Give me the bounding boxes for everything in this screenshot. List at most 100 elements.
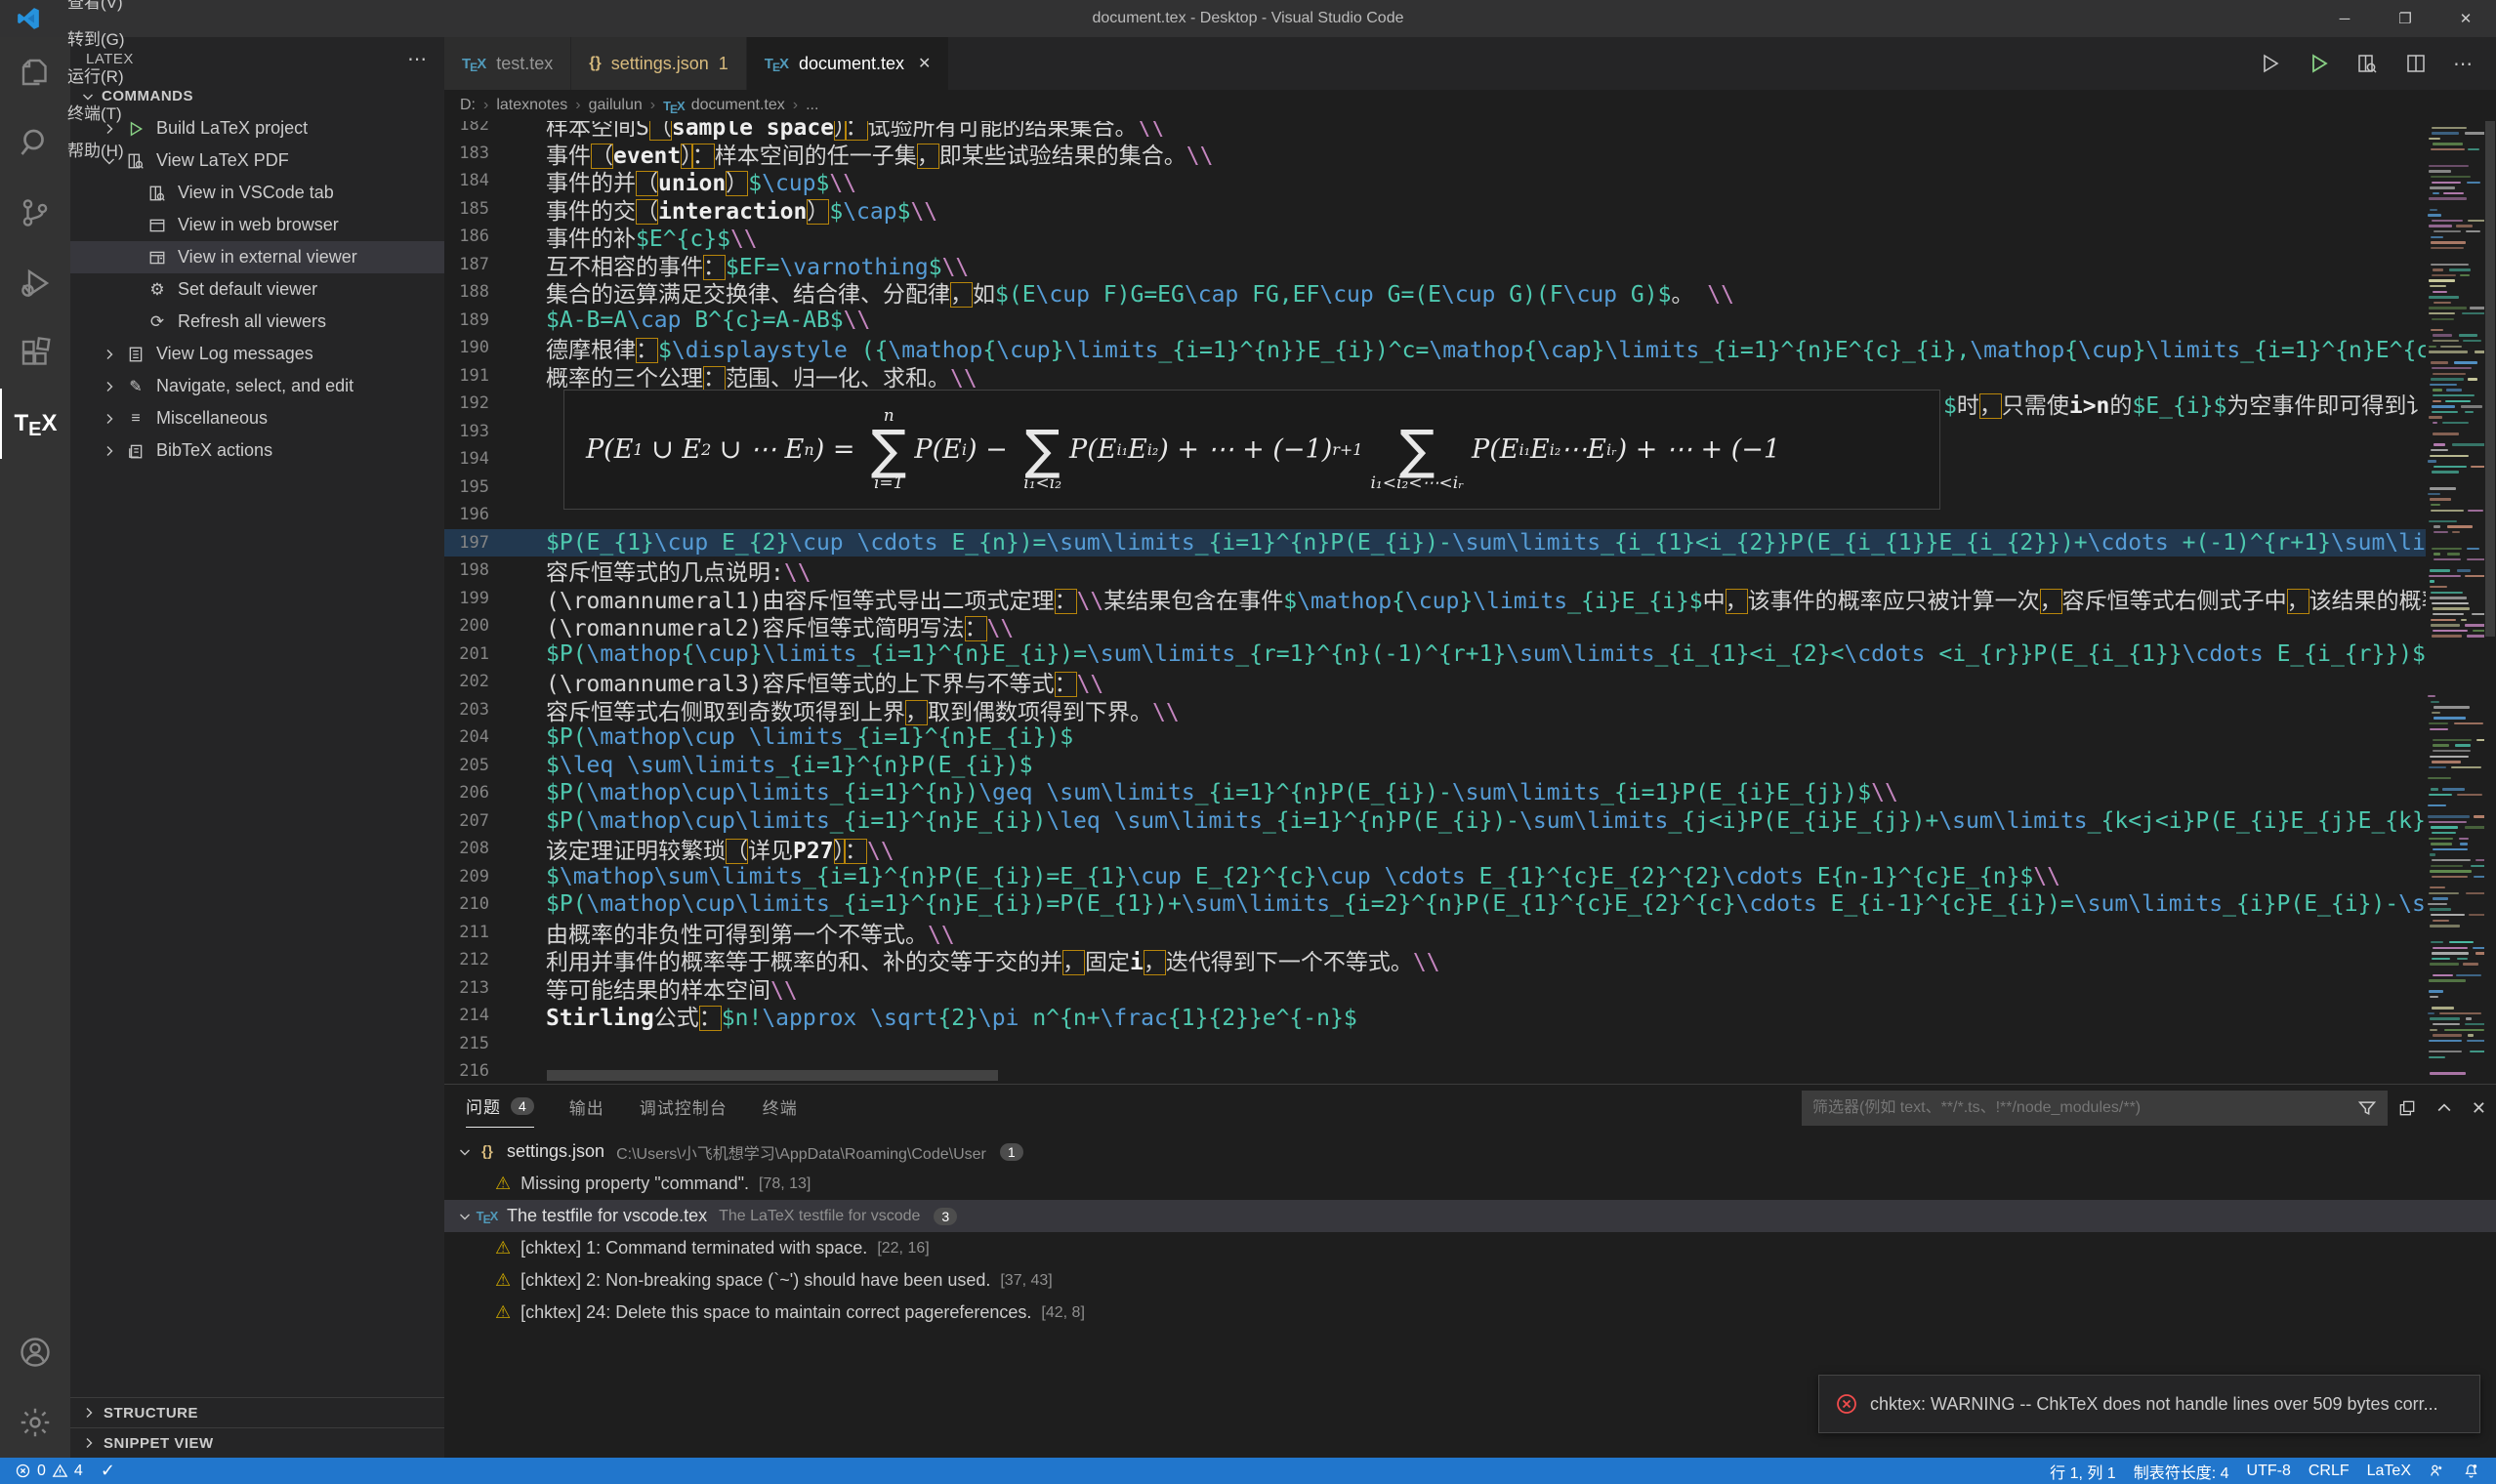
code-line-188[interactable]: 188 集合的运算满足交换律、结合律、分配律，如$(E\cup F)G=EG\ca… bbox=[444, 278, 2426, 309]
restore-icon[interactable]: ❐ bbox=[2375, 0, 2435, 37]
code-line-210[interactable]: 210 $P(\mathop\cup\limits_{i=1}^{n}E_{i})… bbox=[444, 890, 2426, 919]
code-line-214[interactable]: 214 Stirling公式：$n!\approx \sqrt{2}\pi n^{… bbox=[444, 1002, 2426, 1032]
problem-file-row[interactable]: TEX The testfile for vscode.tex The LaTeX … bbox=[444, 1200, 2496, 1232]
breadcrumb-item[interactable]: gailulun bbox=[589, 97, 643, 114]
chevron-right-icon[interactable] bbox=[100, 379, 119, 394]
sidebar-item-refresh-all-viewers[interactable]: ⟳ Refresh all viewers bbox=[70, 306, 444, 338]
menu-item-7[interactable]: 帮助(H) bbox=[55, 130, 138, 167]
more-actions-icon[interactable]: ⋯ bbox=[407, 47, 429, 71]
maximize-panel-icon[interactable] bbox=[2434, 1098, 2454, 1118]
code-line-205[interactable]: 205 $\leq \sum\limits_{i=1}^{n}P(E_{i})$ bbox=[444, 752, 2426, 780]
scrollbar-thumb[interactable] bbox=[547, 1070, 998, 1081]
status-item-3[interactable]: CRLF bbox=[2300, 1458, 2358, 1484]
chevron-down-icon[interactable] bbox=[454, 1144, 476, 1160]
code-line-183[interactable]: 183 事件（event）：样本空间的任一子集，即某些试验结果的集合。\\ bbox=[444, 140, 2426, 169]
code-line-212[interactable]: 212 利用并事件的概率等于概率的和、补的交等于交的并，固定i，迭代得到下一个不等… bbox=[444, 946, 2426, 976]
horizontal-scrollbar[interactable] bbox=[444, 1070, 2426, 1081]
breadcrumb-item[interactable]: latexnotes bbox=[496, 97, 567, 114]
more-actions-icon[interactable]: ⋯ bbox=[2453, 52, 2475, 76]
status-item-1[interactable]: 制表符长度: 4 bbox=[2125, 1458, 2238, 1484]
problem-file-row[interactable]: {} settings.json C:\Users\小飞机想学习\AppData\R… bbox=[444, 1135, 2496, 1168]
build-run-icon[interactable] bbox=[2307, 52, 2330, 75]
code-line-208[interactable]: 208 该定理证明较繁琐（详见P27）：\\ bbox=[444, 835, 2426, 865]
code-editor[interactable]: 182 样本空间S（sample space）：试验所有可能的结果集合。\\ 183… bbox=[444, 121, 2426, 1084]
settings-gear-icon[interactable] bbox=[0, 1387, 70, 1458]
problem-row[interactable]: ⚠ [chktex] 2: Non-breaking space (`~') sh… bbox=[444, 1264, 2496, 1297]
tab-close-icon[interactable]: ✕ bbox=[918, 54, 931, 73]
menu-item-5[interactable]: 运行(R) bbox=[55, 56, 138, 93]
chevron-right-icon[interactable] bbox=[100, 347, 119, 362]
chevron-down-icon[interactable] bbox=[454, 1209, 476, 1224]
chevron-right-icon[interactable] bbox=[100, 411, 119, 427]
code-line-201[interactable]: 201 $P(\mathop{\cup}\limits_{i=1}^{n}E_{i… bbox=[444, 640, 2426, 669]
run-icon[interactable] bbox=[2258, 52, 2281, 75]
notifications-bell-icon[interactable] bbox=[2454, 1458, 2488, 1484]
problem-row[interactable]: ⚠ [chktex] 1: Command terminated with spa… bbox=[444, 1232, 2496, 1264]
restore-panel-icon[interactable] bbox=[2397, 1098, 2417, 1118]
code-line-203[interactable]: 203 容斥恒等式右侧取到奇数项得到上界，取到偶数项得到下界。\\ bbox=[444, 696, 2426, 725]
status-item-4[interactable]: LaTeX bbox=[2358, 1458, 2420, 1484]
sidebar-item-view-log-messages[interactable]: View Log messages bbox=[70, 338, 444, 370]
extensions-icon[interactable] bbox=[0, 318, 70, 389]
sidebar-item-view-in-external-viewer[interactable]: View in external viewer bbox=[70, 241, 444, 273]
section-structure[interactable]: STRUCTURE bbox=[70, 1397, 444, 1427]
code-line-204[interactable]: 204 $P(\mathop\cup \limits_{i=1}^{n}E_{i}… bbox=[444, 723, 2426, 752]
minimap[interactable] bbox=[2426, 90, 2484, 1084]
code-line-186[interactable]: 186 事件的补$E^{c}$\\ bbox=[444, 223, 2426, 252]
code-line-187[interactable]: 187 互不相容的事件：$EF=\varnothing$\\ bbox=[444, 251, 2426, 280]
panel-tab-0[interactable]: 问题 4 bbox=[466, 1085, 534, 1128]
scrollbar-thumb[interactable] bbox=[2485, 90, 2495, 637]
code-line-191[interactable]: 191 概率的三个公理：范围、归一化、求和。\\ bbox=[444, 362, 2426, 392]
code-line-190[interactable]: 190 德摩根律：$\displaystyle ({\mathop{\cup}\l… bbox=[444, 334, 2426, 364]
panel-tab-1[interactable]: 输出 bbox=[569, 1085, 604, 1128]
code-line-200[interactable]: 200 (\romannumeral2)容斥恒等式简明写法：\\ bbox=[444, 612, 2426, 642]
tab-settings-json[interactable]: {} settings.json 1 bbox=[571, 37, 746, 90]
source-control-icon[interactable] bbox=[0, 178, 70, 248]
menu-item-4[interactable]: 转到(G) bbox=[55, 19, 138, 56]
problem-row[interactable]: ⚠ Missing property "command". [78, 13] bbox=[444, 1168, 2496, 1200]
latex-build-status[interactable]: ✓ bbox=[92, 1458, 124, 1484]
vertical-scrollbar[interactable] bbox=[2484, 90, 2496, 1084]
code-line-199[interactable]: 199 (\romannumeral1)由容斥恒等式导出二项式定理：\\某结果包含… bbox=[444, 585, 2426, 614]
problem-row[interactable]: ⚠ [chktex] 24: Delete this space to maint… bbox=[444, 1297, 2496, 1329]
view-pdf-icon[interactable] bbox=[2355, 52, 2379, 75]
split-editor-icon[interactable] bbox=[2404, 52, 2428, 75]
code-line-209[interactable]: 209 $\mathop\sum\limits_{i=1}^{n}P(E_{i})… bbox=[444, 863, 2426, 891]
close-panel-icon[interactable]: ✕ bbox=[2472, 1098, 2486, 1119]
close-icon[interactable]: ✕ bbox=[2435, 0, 2496, 37]
sidebar-item-view-in-web-browser[interactable]: View in web browser bbox=[70, 209, 444, 241]
sidebar-item-miscellaneous[interactable]: ≡ Miscellaneous bbox=[70, 402, 444, 434]
panel-tab-2[interactable]: 调试控制台 bbox=[640, 1085, 728, 1128]
run-debug-icon[interactable] bbox=[0, 248, 70, 318]
status-item-0[interactable]: 行 1, 列 1 bbox=[2041, 1458, 2125, 1484]
code-line-207[interactable]: 207 $P(\mathop\cup\limits_{i=1}^{n}E_{i})… bbox=[444, 807, 2426, 836]
breadcrumb-item[interactable]: D: bbox=[460, 97, 476, 114]
code-line-215[interactable]: 215 bbox=[444, 1030, 2426, 1058]
code-line-213[interactable]: 213 等可能结果的样本空间\\ bbox=[444, 974, 2426, 1004]
feedback-icon[interactable] bbox=[2420, 1458, 2454, 1484]
tab-test-tex[interactable]: TEX test.tex bbox=[444, 37, 571, 90]
minimize-icon[interactable]: ─ bbox=[2314, 0, 2375, 37]
code-line-206[interactable]: 206 $P(\mathop\cup\limits_{i=1}^{n})\geq … bbox=[444, 779, 2426, 807]
chevron-right-icon[interactable] bbox=[100, 443, 119, 459]
sidebar-item-navigate-select-and-edit[interactable]: ✎ Navigate, select, and edit bbox=[70, 370, 444, 402]
panel-tab-3[interactable]: 终端 bbox=[763, 1085, 798, 1128]
latex-workshop-icon[interactable]: TEX bbox=[0, 389, 70, 459]
sidebar-item-view-in-vscode-tab[interactable]: View in VSCode tab bbox=[70, 177, 444, 209]
problems-filter[interactable] bbox=[1802, 1091, 2388, 1126]
code-line-198[interactable]: 198 容斥恒等式的几点说明:\\ bbox=[444, 556, 2426, 586]
account-icon[interactable] bbox=[0, 1317, 70, 1387]
menu-item-6[interactable]: 终端(T) bbox=[55, 93, 138, 130]
problems-status[interactable]: 0 4 bbox=[6, 1458, 92, 1484]
filter-input[interactable] bbox=[1812, 1099, 2357, 1117]
tab-document-tex[interactable]: TEX document.tex ✕ bbox=[746, 37, 949, 90]
status-item-2[interactable]: UTF-8 bbox=[2238, 1458, 2300, 1484]
code-line-189[interactable]: 189 $A-B=A\cap B^{c}=A-AB$\\ bbox=[444, 307, 2426, 335]
notification-toast[interactable]: chktex: WARNING -- ChkTeX does not handl… bbox=[1818, 1375, 2480, 1433]
code-line-211[interactable]: 211 由概率的非负性可得到第一个不等式。\\ bbox=[444, 919, 2426, 948]
code-line-185[interactable]: 185 事件的交（interaction）$\cap$\\ bbox=[444, 195, 2426, 225]
code-line-184[interactable]: 184 事件的并（union）$\cup$\\ bbox=[444, 167, 2426, 197]
section-snippet-view[interactable]: SNIPPET VIEW bbox=[70, 1427, 444, 1458]
breadcrumb-item[interactable]: document.tex bbox=[691, 97, 785, 114]
filter-funnel-icon[interactable] bbox=[2357, 1098, 2377, 1118]
